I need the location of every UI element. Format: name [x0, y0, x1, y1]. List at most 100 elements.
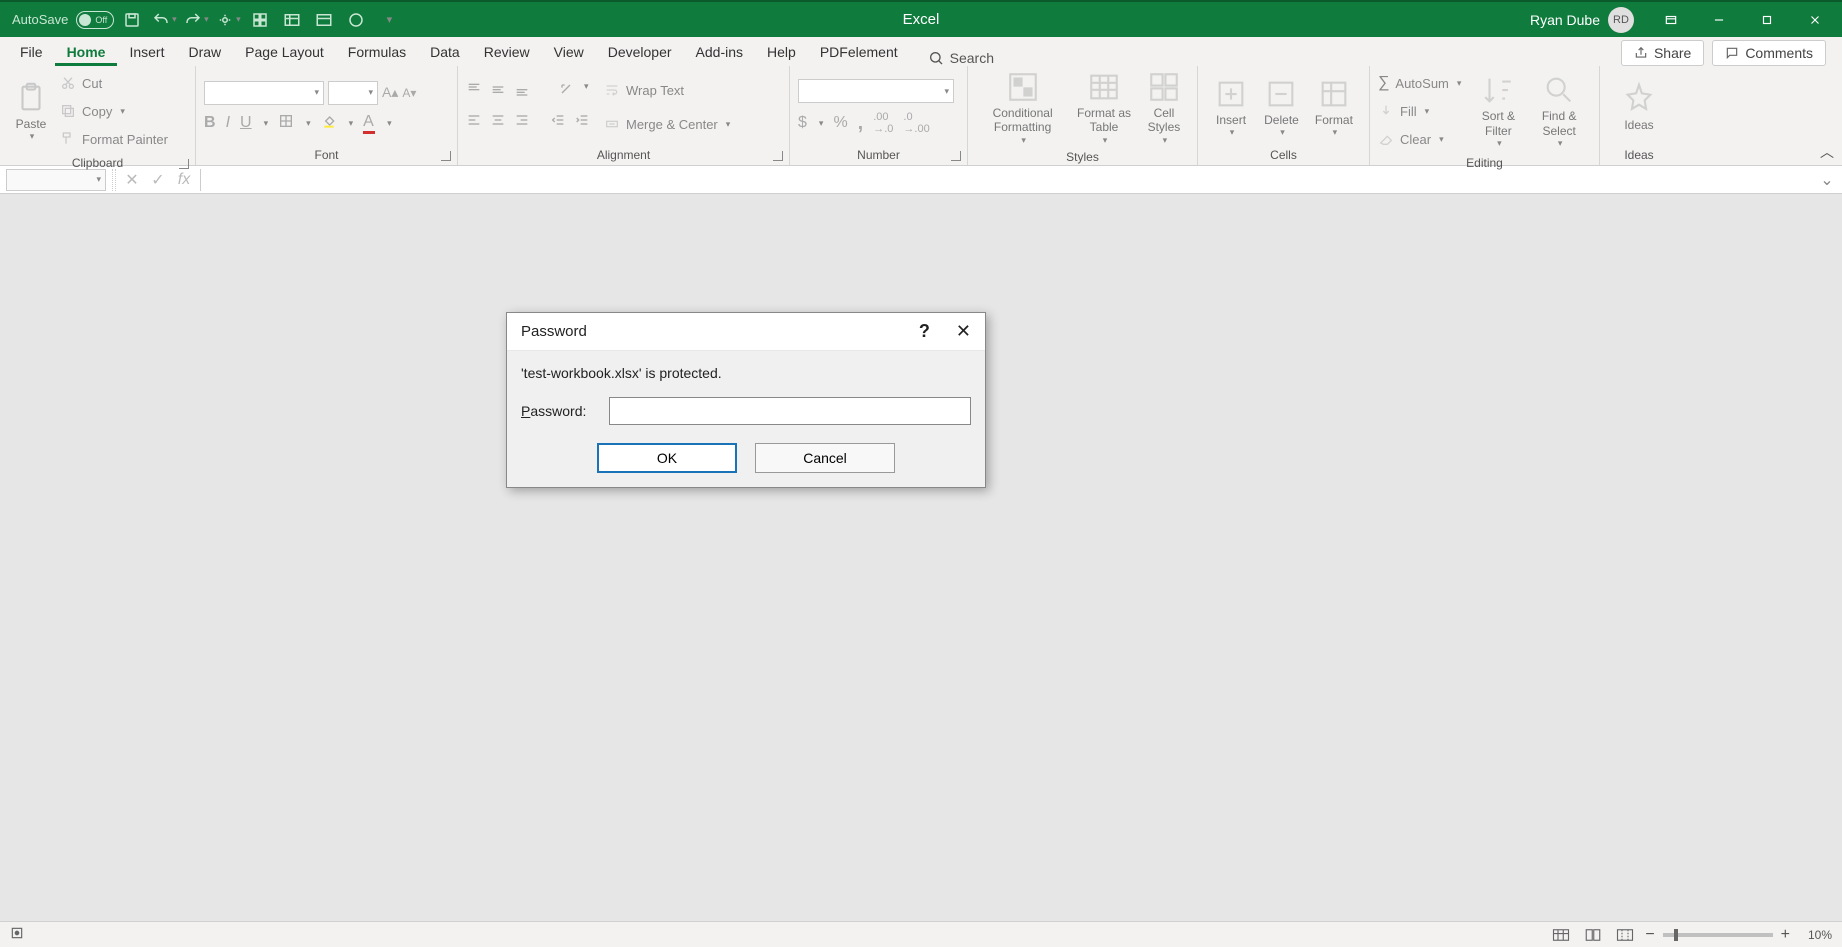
password-input[interactable]: [609, 397, 971, 425]
expand-formula-bar-icon[interactable]: ⌄: [1818, 170, 1836, 190]
dialog-close-icon[interactable]: ✕: [956, 321, 971, 342]
tab-view[interactable]: View: [542, 38, 596, 66]
comments-button[interactable]: Comments: [1712, 40, 1826, 66]
merge-center-button[interactable]: Merge & Center▾: [604, 111, 730, 137]
minimize-icon[interactable]: [1696, 5, 1742, 35]
font-size-combo[interactable]: ▾: [328, 81, 378, 105]
dialog-launcher-icon[interactable]: [951, 151, 961, 161]
bold-button[interactable]: B: [204, 114, 216, 132]
font-color-button[interactable]: A: [363, 113, 375, 134]
dialog-launcher-icon[interactable]: [179, 159, 189, 169]
share-button[interactable]: Share: [1621, 40, 1704, 66]
tab-pdfelement[interactable]: PDFelement: [808, 38, 910, 66]
page-break-view-icon[interactable]: [1613, 925, 1637, 945]
clear-button[interactable]: Clear▾: [1378, 126, 1461, 152]
format-as-table-button[interactable]: Format as Table▾: [1069, 70, 1139, 146]
tab-insert[interactable]: Insert: [117, 38, 176, 66]
tab-developer[interactable]: Developer: [596, 38, 684, 66]
zoom-slider[interactable]: [1663, 933, 1773, 937]
qat-icon-2[interactable]: [278, 6, 306, 34]
align-bottom-icon[interactable]: [514, 81, 530, 102]
cancel-button[interactable]: Cancel: [755, 443, 895, 473]
conditional-formatting-button[interactable]: Conditional Formatting▾: [976, 70, 1069, 146]
save-icon[interactable]: [118, 6, 146, 34]
fill-button[interactable]: Fill▾: [1378, 98, 1461, 124]
number-format-combo[interactable]: ▾: [798, 79, 954, 103]
user-account[interactable]: Ryan Dube RD: [1530, 7, 1634, 33]
qat-icon-4[interactable]: [342, 6, 370, 34]
decrease-font-icon[interactable]: A▾: [402, 86, 416, 100]
delete-cells-button[interactable]: Delete▾: [1258, 77, 1305, 138]
tab-formulas[interactable]: Formulas: [336, 38, 418, 66]
ribbon-display-icon[interactable]: [1648, 5, 1694, 35]
accounting-format-icon[interactable]: $: [798, 114, 807, 132]
tab-review[interactable]: Review: [472, 38, 542, 66]
page-layout-view-icon[interactable]: [1581, 925, 1605, 945]
underline-button[interactable]: U: [240, 114, 252, 132]
autosave-toggle[interactable]: AutoSave Off: [12, 11, 114, 29]
qat-icon-3[interactable]: [310, 6, 338, 34]
tab-addins[interactable]: Add-ins: [684, 38, 755, 66]
autosum-button[interactable]: ∑AutoSum▾: [1378, 70, 1461, 96]
format-painter-button[interactable]: Format Painter: [60, 126, 168, 152]
comment-icon: [1725, 46, 1739, 60]
italic-button[interactable]: I: [226, 114, 230, 132]
borders-button[interactable]: [278, 113, 294, 134]
cell-styles-button[interactable]: Cell Styles▾: [1139, 70, 1189, 146]
fill-color-button[interactable]: [321, 113, 337, 134]
copy-button[interactable]: Copy▾: [60, 98, 168, 124]
fill-down-icon: [1378, 103, 1394, 119]
workspace-area: Password ? ✕ 'test-workbook.xlsx' is pro…: [0, 194, 1842, 941]
tab-data[interactable]: Data: [418, 38, 472, 66]
cut-button[interactable]: Cut: [60, 70, 168, 96]
increase-decimal-icon[interactable]: .00→.0: [873, 111, 893, 135]
align-right-icon[interactable]: [514, 112, 530, 133]
macro-record-icon[interactable]: [10, 926, 24, 943]
zoom-in-icon[interactable]: +: [1781, 926, 1790, 944]
align-left-icon[interactable]: [466, 112, 482, 133]
tab-help[interactable]: Help: [755, 38, 808, 66]
dialog-help-icon[interactable]: ?: [919, 321, 930, 342]
redo-icon[interactable]: ▾: [182, 6, 210, 34]
insert-cells-button[interactable]: Insert▾: [1208, 77, 1254, 138]
ok-button[interactable]: OK: [597, 443, 737, 473]
comma-format-icon[interactable]: ,: [858, 112, 864, 135]
format-cells-button[interactable]: Format▾: [1309, 77, 1359, 138]
tab-home[interactable]: Home: [55, 38, 118, 66]
touch-mode-icon[interactable]: ▾: [214, 6, 242, 34]
password-label: Password:: [521, 403, 609, 419]
qat-icon-1[interactable]: [246, 6, 274, 34]
orientation-icon[interactable]: [558, 81, 574, 102]
align-center-icon[interactable]: [490, 112, 506, 133]
tab-draw[interactable]: Draw: [176, 38, 233, 66]
find-select-button[interactable]: Find & Select▾: [1527, 73, 1591, 149]
collapse-ribbon-icon[interactable]: ︿: [1820, 142, 1834, 162]
percent-format-icon[interactable]: %: [833, 114, 847, 132]
undo-icon[interactable]: ▾: [150, 6, 178, 34]
font-name-combo[interactable]: ▾: [204, 81, 324, 105]
align-middle-icon[interactable]: [490, 81, 506, 102]
ideas-button[interactable]: Ideas: [1616, 82, 1662, 132]
normal-view-icon[interactable]: [1549, 925, 1573, 945]
tab-file[interactable]: File: [8, 38, 55, 66]
wrap-text-button[interactable]: Wrap Text: [604, 77, 730, 103]
align-top-icon[interactable]: [466, 81, 482, 102]
zoom-out-icon[interactable]: −: [1645, 926, 1654, 944]
maximize-icon[interactable]: [1744, 5, 1790, 35]
sort-filter-button[interactable]: Sort & Filter▾: [1469, 73, 1527, 149]
tab-page-layout[interactable]: Page Layout: [233, 38, 336, 66]
autosave-label: AutoSave: [12, 12, 68, 27]
close-icon[interactable]: [1792, 5, 1838, 35]
dialog-launcher-icon[interactable]: [773, 151, 783, 161]
formula-input[interactable]: [200, 169, 1812, 191]
increase-indent-icon[interactable]: [574, 112, 590, 133]
tell-me-search[interactable]: Search: [928, 50, 994, 66]
decrease-decimal-icon[interactable]: .0→.00: [903, 111, 929, 135]
increase-font-icon[interactable]: A▴: [382, 84, 398, 101]
dialog-launcher-icon[interactable]: [441, 151, 451, 161]
decrease-indent-icon[interactable]: [550, 112, 566, 133]
qat-customize-icon[interactable]: ▾: [374, 6, 402, 34]
zoom-level[interactable]: 10%: [1798, 928, 1832, 942]
fx-icon[interactable]: fx: [174, 171, 194, 189]
paste-button[interactable]: Paste ▾: [8, 81, 54, 142]
